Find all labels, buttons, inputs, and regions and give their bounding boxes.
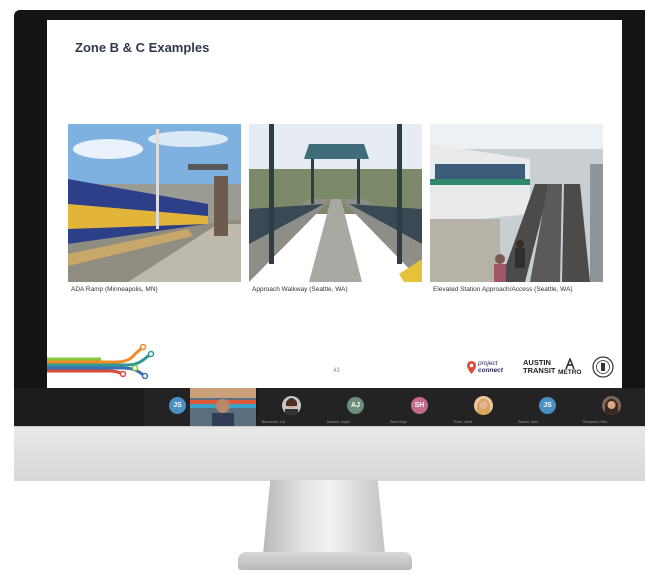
- slide-title: Zone B & C Examples: [75, 40, 210, 55]
- avatar: JS: [169, 397, 186, 414]
- participant-tile[interactable]: Bernardez, Lia: [258, 388, 322, 426]
- transit-lines-decoration: [47, 344, 155, 379]
- meeting-participant-strip: JS Bernardez, Lia AJ Jackson, Angel SH S…: [14, 388, 645, 426]
- participant-tile[interactable]: SH Sara Hugo: [386, 388, 450, 426]
- austin-transit-logo: AUSTIN TRANSIT: [523, 352, 556, 382]
- location-pin-icon: [467, 360, 476, 374]
- city-seal-logo: [592, 352, 614, 382]
- avatar: SH: [411, 397, 428, 414]
- photo-elevated-station: [430, 124, 603, 282]
- project-connect-logo-line: connect: [478, 367, 503, 374]
- photo-caption: ADA Ramp (Minneapolis, MN): [71, 286, 158, 293]
- avatar: [282, 396, 301, 415]
- speaker-video: [190, 388, 256, 426]
- photo-approach-walkway: [249, 124, 422, 282]
- participant-tile[interactable]: Thompson, Mila: [578, 388, 645, 426]
- participant-name: Thompson, Mila: [582, 420, 607, 424]
- metro-logo-text: METRO: [558, 369, 582, 376]
- participant-tile-active-speaker[interactable]: [190, 388, 256, 426]
- austin-transit-logo-line: TRANSIT: [523, 366, 556, 375]
- slide-number: 43: [333, 368, 340, 374]
- photo-ada-ramp: [68, 124, 241, 282]
- project-connect-logo-line: project: [478, 360, 498, 367]
- participant-tile[interactable]: AJ Jackson, Angel: [322, 388, 386, 426]
- participant-name: Jackson, Angel: [326, 420, 350, 424]
- avatar: JS: [539, 397, 556, 414]
- participant-name: Santini, Julia: [518, 420, 538, 424]
- avatar: AJ: [347, 397, 364, 414]
- monitor-chin: [14, 426, 645, 481]
- photo-caption: Elevated Station Approach/Access (Seattl…: [433, 286, 573, 293]
- participant-tile[interactable]: Ross, Jamil: [450, 388, 514, 426]
- avatar: [474, 396, 493, 415]
- monitor-stand-base: [238, 552, 412, 570]
- metro-mark-icon: [565, 358, 575, 369]
- avatar: [602, 396, 621, 415]
- monitor-stand-neck: [263, 480, 385, 554]
- presentation-slide: Zone B & C Examples ADA Ramp (Minneapoli…: [47, 20, 622, 388]
- participant-tile[interactable]: JS Santini, Julia: [514, 388, 578, 426]
- metro-logo: METRO: [558, 352, 581, 382]
- participant-name: Bernardez, Lia: [262, 420, 285, 424]
- photo-caption: Approach Walkway (Seattle, WA): [252, 286, 348, 293]
- participant-name: Ross, Jamil: [454, 420, 473, 424]
- project-connect-logo: project connect: [467, 352, 503, 382]
- participant-name: Sara Hugo: [390, 420, 407, 424]
